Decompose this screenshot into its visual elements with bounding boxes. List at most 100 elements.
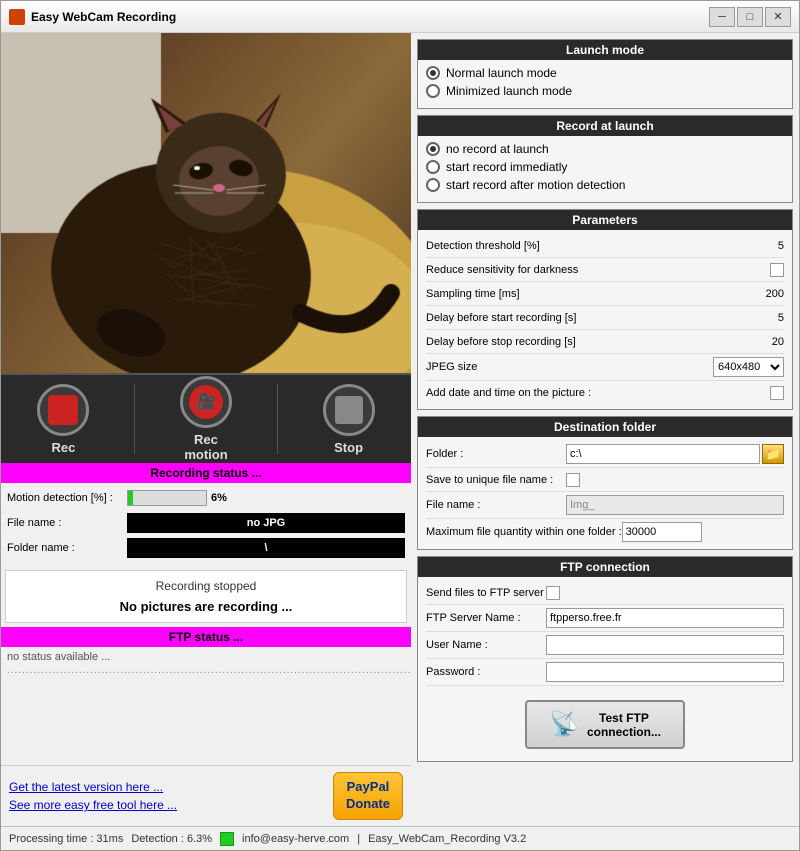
ftp-connection-title: FTP connection	[418, 557, 792, 577]
ftp-status-area: no status available ... ................…	[1, 647, 411, 683]
motion-detection-row: Motion detection [%] : 6%	[7, 487, 405, 509]
ftp-status-text: no status available ...	[7, 651, 405, 663]
folder-browse-button[interactable]: 📁	[762, 444, 784, 464]
divider-1	[134, 384, 135, 454]
test-ftp-button[interactable]: 📡 Test FTPconnection...	[525, 700, 685, 749]
max-files-row: Maximum file quantity within one folder …	[426, 519, 784, 545]
minimize-button[interactable]: ─	[709, 7, 735, 27]
record-at-launch-title: Record at launch	[418, 116, 792, 136]
parameters-title: Parameters	[418, 210, 792, 230]
test-ftp-label: Test FTPconnection...	[587, 711, 661, 739]
record-at-launch-content: no record at launch start record immedia…	[418, 136, 792, 202]
record-none-row: no record at launch	[426, 142, 784, 156]
dest-filename-input	[566, 495, 784, 515]
status-green-indicator	[220, 832, 234, 846]
ftp-send-label: Send files to FTP server	[426, 587, 546, 599]
unique-file-label: Save to unique file name :	[426, 474, 566, 486]
left-panel: Rec 🎥 Recmotion Stop	[1, 33, 411, 826]
ftp-user-label: User Name :	[426, 639, 546, 651]
launch-mode-title: Launch mode	[418, 40, 792, 60]
recording-stopped-msg: No pictures are recording ...	[14, 599, 398, 614]
close-button[interactable]: ✕	[765, 7, 791, 27]
destination-folder-group: Destination folder Folder : 📁 Save to un…	[417, 416, 793, 550]
divider-2	[277, 384, 278, 454]
maximize-button[interactable]: □	[737, 7, 763, 27]
status-section: Recording status ... Motion detection [%…	[1, 463, 411, 765]
recmotion-icon: 🎥	[180, 376, 232, 428]
record-motion-radio[interactable]	[426, 178, 440, 192]
paypal-donate-button[interactable]: PayPal Donate	[333, 772, 403, 820]
param-delay-start-row: Delay before start recording [s] 5	[426, 306, 784, 330]
ftp-connection-group: FTP connection Send files to FTP server …	[417, 556, 793, 762]
param-delay-stop-value: 20	[744, 336, 784, 348]
param-threshold-value: 5	[744, 240, 784, 252]
dest-filename-label: File name :	[426, 499, 566, 511]
rec-icon-inner	[48, 395, 78, 425]
record-at-launch-group: Record at launch no record at launch sta…	[417, 115, 793, 203]
ftp-pass-label: Password :	[426, 666, 546, 678]
motion-bar	[127, 490, 207, 506]
param-jpeg-label: JPEG size	[426, 361, 713, 373]
bottom-links-left: Get the latest version here ... See more…	[9, 780, 177, 812]
motion-pct: 6%	[211, 492, 227, 504]
param-jpeg-select[interactable]: 640x480 320x240 1280x720	[713, 357, 784, 377]
ftp-server-input[interactable]	[546, 608, 784, 628]
launch-minimized-row: Minimized launch mode	[426, 84, 784, 98]
ftp-dots: ........................................…	[7, 665, 405, 676]
param-threshold-row: Detection threshold [%] 5	[426, 234, 784, 258]
record-motion-row: start record after motion detection	[426, 178, 784, 192]
recording-stopped-title: Recording stopped	[14, 579, 398, 593]
recording-status-header: Recording status ...	[1, 463, 411, 483]
recmotion-button[interactable]: 🎥 Recmotion	[172, 372, 240, 466]
stop-icon-inner	[335, 396, 363, 424]
folder-path-row: Folder : 📁	[426, 441, 784, 468]
right-panel: Launch mode Normal launch mode Minimized…	[411, 33, 799, 826]
recmotion-icon-inner: 🎥	[189, 385, 223, 419]
param-datetime-label: Add date and time on the picture :	[426, 387, 770, 399]
rec-button[interactable]: Rec	[29, 380, 97, 459]
launch-minimized-radio[interactable]	[426, 84, 440, 98]
motion-bar-fill	[128, 491, 133, 505]
window-controls: ─ □ ✕	[709, 7, 791, 27]
filename-value: no JPG	[127, 513, 405, 533]
destination-folder-title: Destination folder	[418, 417, 792, 437]
latest-version-link[interactable]: Get the latest version here ...	[9, 780, 177, 794]
stop-label: Stop	[334, 440, 363, 455]
folder-path-input[interactable]	[566, 444, 760, 464]
max-files-label: Maximum file quantity within one folder …	[426, 526, 622, 538]
param-delay-start-label: Delay before start recording [s]	[426, 312, 744, 324]
param-darkness-checkbox[interactable]	[770, 263, 784, 277]
destination-folder-content: Folder : 📁 Save to unique file name : Fi…	[418, 437, 792, 549]
unique-file-checkbox[interactable]	[566, 473, 580, 487]
ftp-pass-input[interactable]	[546, 662, 784, 682]
param-datetime-row: Add date and time on the picture :	[426, 381, 784, 405]
param-jpeg-row: JPEG size 640x480 320x240 1280x720	[426, 354, 784, 381]
param-darkness-row: Reduce sensitivity for darkness	[426, 258, 784, 282]
test-ftp-icon: 📡	[549, 710, 579, 739]
max-files-input[interactable]	[622, 522, 702, 542]
record-immediate-radio[interactable]	[426, 160, 440, 174]
param-threshold-label: Detection threshold [%]	[426, 240, 744, 252]
ftp-send-checkbox[interactable]	[546, 586, 560, 600]
folder-path-label: Folder :	[426, 448, 566, 460]
ftp-server-label: FTP Server Name :	[426, 612, 546, 624]
filename-row: File name : no JPG	[7, 512, 405, 534]
param-delay-stop-row: Delay before stop recording [s] 20	[426, 330, 784, 354]
unique-file-row: Save to unique file name :	[426, 468, 784, 492]
record-none-label: no record at launch	[446, 142, 549, 156]
ftp-status-header: FTP status ...	[1, 627, 411, 647]
ftp-user-row: User Name :	[426, 632, 784, 659]
ftp-connection-content: Send files to FTP server FTP Server Name…	[418, 577, 792, 761]
stop-button[interactable]: Stop	[315, 380, 383, 459]
more-tools-link[interactable]: See more easy free tool here ...	[9, 798, 177, 812]
record-immediate-row: start record immediatly	[426, 160, 784, 174]
record-immediate-label: start record immediatly	[446, 160, 567, 174]
launch-normal-radio[interactable]	[426, 66, 440, 80]
param-datetime-checkbox[interactable]	[770, 386, 784, 400]
controls-bar: Rec 🎥 Recmotion Stop	[1, 373, 411, 463]
ftp-pass-row: Password :	[426, 659, 784, 686]
record-none-radio[interactable]	[426, 142, 440, 156]
parameters-group: Parameters Detection threshold [%] 5 Red…	[417, 209, 793, 410]
ftp-user-input[interactable]	[546, 635, 784, 655]
ftp-server-row: FTP Server Name :	[426, 605, 784, 632]
